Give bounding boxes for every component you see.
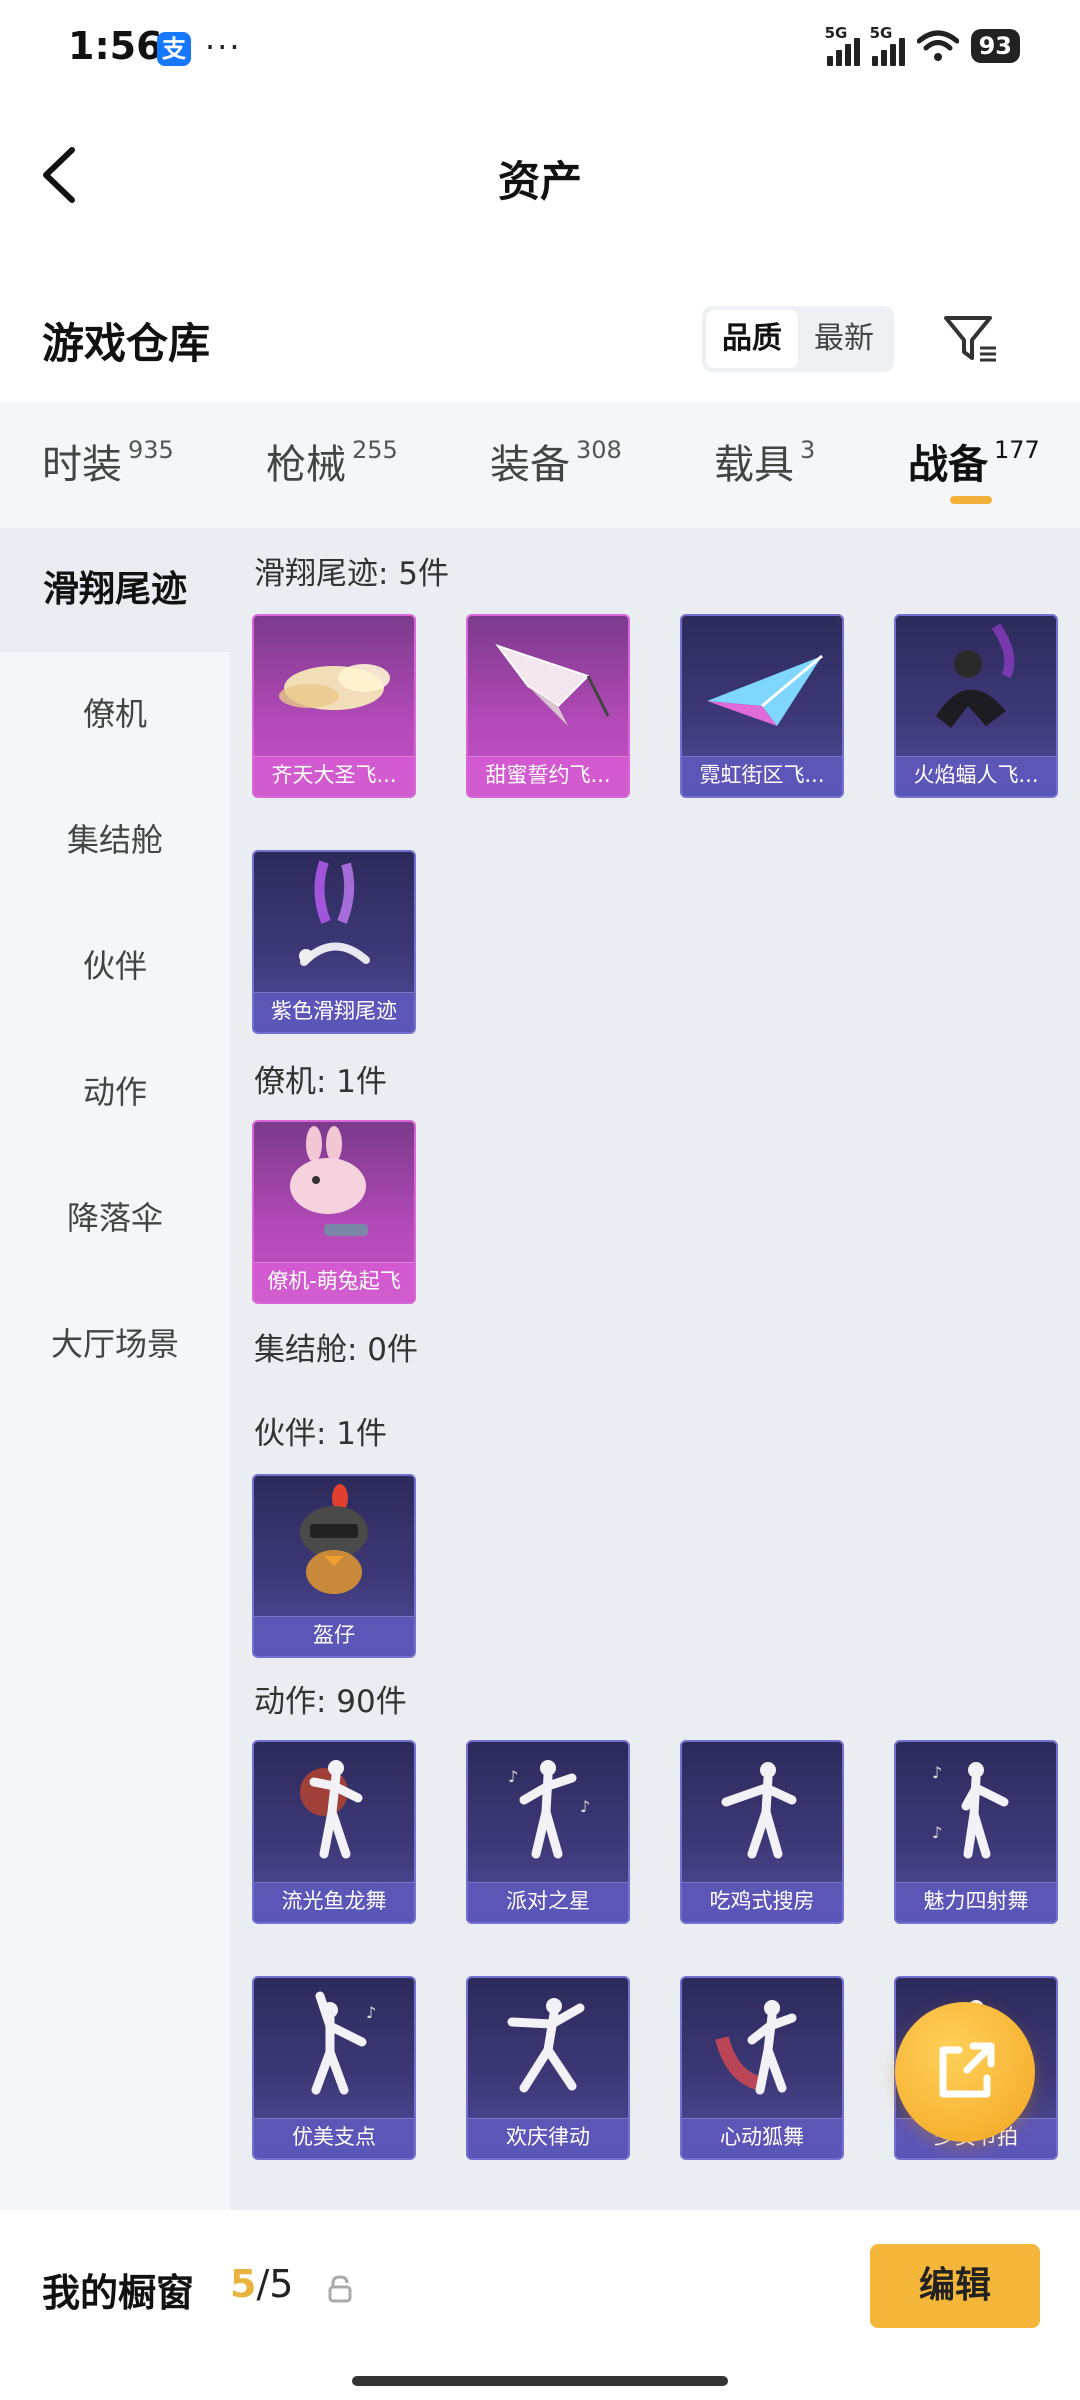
sidebar-item-glide-trail[interactable]: 滑翔尾迹 <box>0 528 230 652</box>
dance-pose-icon: ♪ <box>311 1991 376 2095</box>
section-header-companion: 伙伴: 1件 <box>254 1416 388 1452</box>
dance-pose-icon: ♪♪ <box>508 1760 590 1859</box>
section-header-glide-trail: 滑翔尾迹: 5件 <box>254 556 450 592</box>
item-name: 齐天大圣飞... <box>254 756 414 796</box>
external-link-icon <box>939 2042 995 2098</box>
warehouse-header: 游戏仓库 品质 最新 <box>0 290 1080 390</box>
bunny-drone-icon <box>290 1126 368 1236</box>
tab-firearms[interactable]: 枪械 255 <box>266 432 398 490</box>
signal-icon: 5G <box>825 24 860 66</box>
item-name: 心动狐舞 <box>682 2118 842 2158</box>
item-name: 流光鱼龙舞 <box>254 1882 414 1922</box>
item-card[interactable]: ♪ ♪ 派对之星 <box>466 1740 630 1924</box>
dance-pose-icon: ♪♪ <box>932 1762 1009 1859</box>
page-header: 资产 <box>0 100 1080 250</box>
item-name: 僚机-萌兔起飞 <box>254 1262 414 1302</box>
home-indicator[interactable] <box>352 2376 728 2386</box>
item-card[interactable]: 心动狐舞 <box>680 1976 844 2160</box>
item-card[interactable]: 欢庆律动 <box>466 1976 630 2160</box>
showcase-title: 我的橱窗 <box>42 2271 195 2315</box>
sidebar-item-wingman[interactable]: 僚机 <box>0 652 230 776</box>
more-notifications-icon: ··· <box>205 28 242 66</box>
showcase-bar: 我的橱窗 5/5 编辑 <box>0 2210 1080 2360</box>
item-name: 欢庆律动 <box>468 2118 628 2158</box>
item-card[interactable]: ♪ ♪ 魅力四射舞 <box>894 1740 1058 1924</box>
svg-text:♪: ♪ <box>932 1763 942 1782</box>
status-time: 1:56 <box>68 24 163 68</box>
item-name: 甜蜜誓约飞... <box>468 756 628 796</box>
sidebar-item-companion[interactable]: 伙伴 <box>0 904 230 1028</box>
item-card[interactable]: 齐天大圣飞... <box>252 614 416 798</box>
subcategory-sidebar: 滑翔尾迹 僚机 集结舱 伙伴 动作 降落伞 大厅场景 <box>0 528 230 2210</box>
filter-icon <box>944 316 996 362</box>
svg-text:♪: ♪ <box>366 2003 376 2022</box>
sort-toggle: 品质 最新 <box>702 306 894 372</box>
sidebar-item-lobby-scene[interactable]: 大厅场景 <box>0 1282 230 1406</box>
battery-indicator: 93 <box>970 29 1020 63</box>
item-name: 吃鸡式搜房 <box>682 1882 842 1922</box>
sort-quality-option[interactable]: 品质 <box>706 310 798 368</box>
item-card[interactable]: 火焰蝠人飞... <box>894 614 1058 798</box>
item-card[interactable]: 紫色滑翔尾迹 <box>252 850 416 1034</box>
sidebar-item-assembly-pod[interactable]: 集结舱 <box>0 778 230 902</box>
dance-pose-icon <box>300 1760 363 1859</box>
item-card[interactable]: 盔仔 <box>252 1474 416 1658</box>
item-name: 派对之星 <box>468 1882 628 1922</box>
lock-icon <box>328 2275 352 2303</box>
item-card[interactable]: 霓虹街区飞... <box>680 614 844 798</box>
helmet-chick-icon <box>300 1484 368 1594</box>
active-tab-indicator <box>950 496 992 504</box>
golden-cloud-icon <box>279 664 390 710</box>
bat-wing-icon <box>936 623 1015 728</box>
svg-text:♪: ♪ <box>580 1797 590 1816</box>
page-title: 资产 <box>497 157 582 206</box>
alipay-icon: 支 <box>157 32 191 66</box>
svg-text:♪: ♪ <box>508 1767 518 1786</box>
signal-icon: 5G <box>870 24 905 66</box>
section-header-assembly-pod: 集结舱: 0件 <box>254 1332 419 1368</box>
svg-text:♪: ♪ <box>932 1823 942 1842</box>
showcase-count: 5/5 <box>230 2262 294 2306</box>
item-name: 紫色滑翔尾迹 <box>254 992 414 1032</box>
tab-fashion[interactable]: 时装 935 <box>42 432 174 490</box>
item-name: 优美支点 <box>254 2118 414 2158</box>
item-name: 盔仔 <box>254 1616 414 1656</box>
dance-pose-icon <box>721 1762 797 1859</box>
wifi-icon <box>916 30 959 61</box>
showcase-current: 5 <box>230 2262 257 2306</box>
filter-button[interactable] <box>940 308 1000 368</box>
sidebar-item-emote[interactable]: 动作 <box>0 1030 230 1154</box>
item-name: 魅力四射舞 <box>896 1882 1056 1922</box>
dance-pose-icon <box>715 2000 797 2095</box>
tab-vehicles[interactable]: 载具 3 <box>714 432 815 490</box>
status-icons: 5G 5G 93 <box>825 24 1020 66</box>
item-card[interactable]: 甜蜜誓约飞... <box>466 614 630 798</box>
item-name: 火焰蝠人飞... <box>896 756 1056 796</box>
warehouse-title: 游戏仓库 <box>42 319 211 368</box>
section-header-emote: 动作: 90件 <box>254 1684 407 1720</box>
status-bar: 1:56 支 ··· 5G 5G 93 <box>0 0 1080 100</box>
item-card[interactable]: 流光鱼龙舞 <box>252 1740 416 1924</box>
tab-battle-gear[interactable]: 战备 177 <box>908 432 1040 490</box>
item-name: 霓虹街区飞... <box>682 756 842 796</box>
edit-button[interactable]: 编辑 <box>870 2244 1040 2328</box>
section-header-wingman: 僚机: 1件 <box>254 1064 388 1100</box>
item-card[interactable]: 吃鸡式搜房 <box>680 1740 844 1924</box>
sort-newest-option[interactable]: 最新 <box>798 310 890 368</box>
share-button[interactable] <box>895 2002 1035 2142</box>
sidebar-item-parachute[interactable]: 降落伞 <box>0 1156 230 1280</box>
item-card[interactable]: ♪ 优美支点 <box>252 1976 416 2160</box>
tab-equipment[interactable]: 装备 308 <box>490 432 622 490</box>
category-tabs: 时装 935 枪械 255 装备 308 载具 3 战备 177 <box>0 402 1080 528</box>
dance-pose-icon <box>507 1998 585 2093</box>
item-content: 滑翔尾迹: 5件 齐天大圣飞... 甜蜜誓约飞... 霓虹街区飞... 火焰蝠人… <box>230 528 1080 2210</box>
neon-plane-icon <box>707 654 823 726</box>
paper-plane-icon <box>495 644 610 726</box>
showcase-max: 5 <box>269 2262 294 2306</box>
item-card[interactable]: 僚机-萌兔起飞 <box>252 1120 416 1304</box>
purple-smoke-icon <box>299 860 370 966</box>
